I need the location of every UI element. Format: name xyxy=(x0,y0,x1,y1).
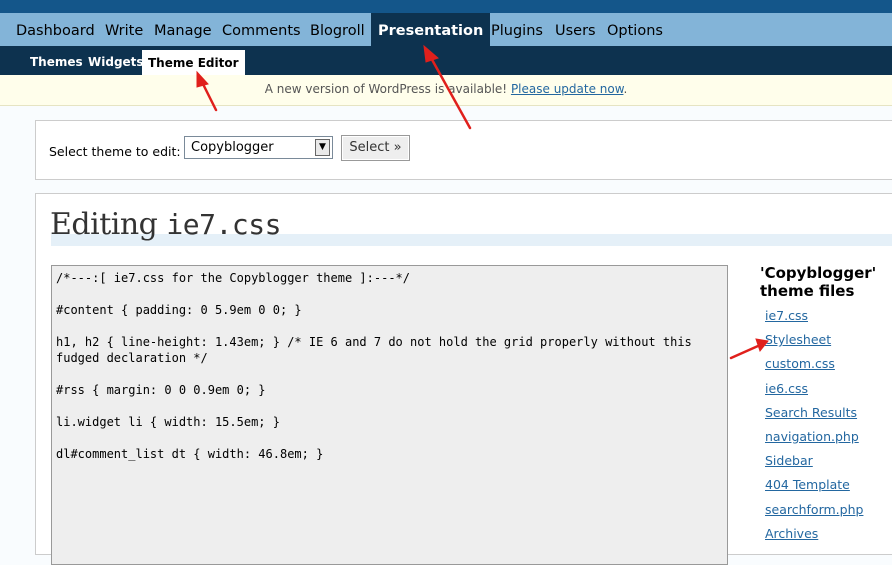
admin-header-strip xyxy=(0,0,892,13)
theme-file-link[interactable]: custom.css xyxy=(765,355,863,379)
theme-file-link[interactable]: navigation.php xyxy=(765,428,863,452)
theme-file-link[interactable]: Search Results xyxy=(765,404,863,428)
theme-file-link[interactable]: ie6.css xyxy=(765,380,863,404)
theme-file-link[interactable]: 404 Template xyxy=(765,476,863,500)
page-title-text: Editing xyxy=(50,207,158,242)
theme-file-link[interactable]: searchform.php xyxy=(765,501,863,525)
subnav-widgets[interactable]: Widgets xyxy=(82,49,150,75)
nav-comments[interactable]: Comments xyxy=(215,13,308,46)
code-line: /*---:[ ie7.css for the Copyblogger them… xyxy=(56,271,411,285)
page-title: Editing ie7.css xyxy=(50,207,281,242)
nav-plugins[interactable]: Plugins xyxy=(484,13,550,46)
select-theme-button[interactable]: Select » xyxy=(341,135,410,161)
theme-files-list: ie7.css Stylesheet custom.css ie6.css Search… xyxy=(765,307,863,549)
update-notice-end: . xyxy=(623,82,628,96)
nav-users[interactable]: Users xyxy=(548,13,603,46)
update-notice-text: A new version of WordPress is available! xyxy=(264,82,511,96)
chevron-down-icon[interactable]: ▼ xyxy=(315,139,330,156)
nav-blogroll[interactable]: Blogroll xyxy=(303,13,372,46)
theme-select-value: Copyblogger xyxy=(191,140,274,155)
nav-write[interactable]: Write xyxy=(98,13,150,46)
subnav-themes[interactable]: Themes xyxy=(24,49,89,75)
theme-file-link[interactable]: Stylesheet xyxy=(765,331,863,355)
subnav-theme-editor[interactable]: Theme Editor xyxy=(142,50,245,75)
sub-navigation: Themes Widgets Theme Editor xyxy=(0,46,892,75)
code-line: #rss { margin: 0 0 0.9em 0; } xyxy=(56,383,266,397)
editing-filename: ie7.css xyxy=(166,208,281,241)
update-notice: A new version of WordPress is available!… xyxy=(0,75,892,106)
theme-select-dropdown[interactable]: Copyblogger ▼ xyxy=(184,136,333,159)
nav-manage[interactable]: Manage xyxy=(147,13,219,46)
code-line: h1, h2 { line-height: 1.43em; } /* IE 6 … xyxy=(56,335,699,365)
theme-file-link[interactable]: ie7.css xyxy=(765,307,863,331)
theme-file-link[interactable]: Archives xyxy=(765,525,863,549)
editor-panel: Editing ie7.css /*---:[ ie7.css for the … xyxy=(35,193,892,565)
code-line: li.widget li { width: 15.5em; } xyxy=(56,415,280,429)
code-line: #content { padding: 0 5.9em 0 0; } xyxy=(56,303,302,317)
update-now-link[interactable]: Please update now xyxy=(511,82,624,96)
nav-options[interactable]: Options xyxy=(600,13,670,46)
main-navigation: Dashboard Write Manage Comments Blogroll… xyxy=(0,13,892,46)
theme-select-panel: Select theme to edit: Copyblogger ▼ Sele… xyxy=(35,120,892,180)
theme-files-title: 'Copyblogger' theme files xyxy=(760,264,877,300)
theme-select-label: Select theme to edit: xyxy=(49,144,181,159)
code-editor-textarea[interactable]: /*---:[ ie7.css for the Copyblogger them… xyxy=(51,265,728,565)
nav-presentation[interactable]: Presentation xyxy=(371,13,491,46)
code-line: dl#comment_list dt { width: 46.8em; } xyxy=(56,447,324,461)
nav-dashboard[interactable]: Dashboard xyxy=(9,13,102,46)
theme-file-link[interactable]: Sidebar xyxy=(765,452,863,476)
